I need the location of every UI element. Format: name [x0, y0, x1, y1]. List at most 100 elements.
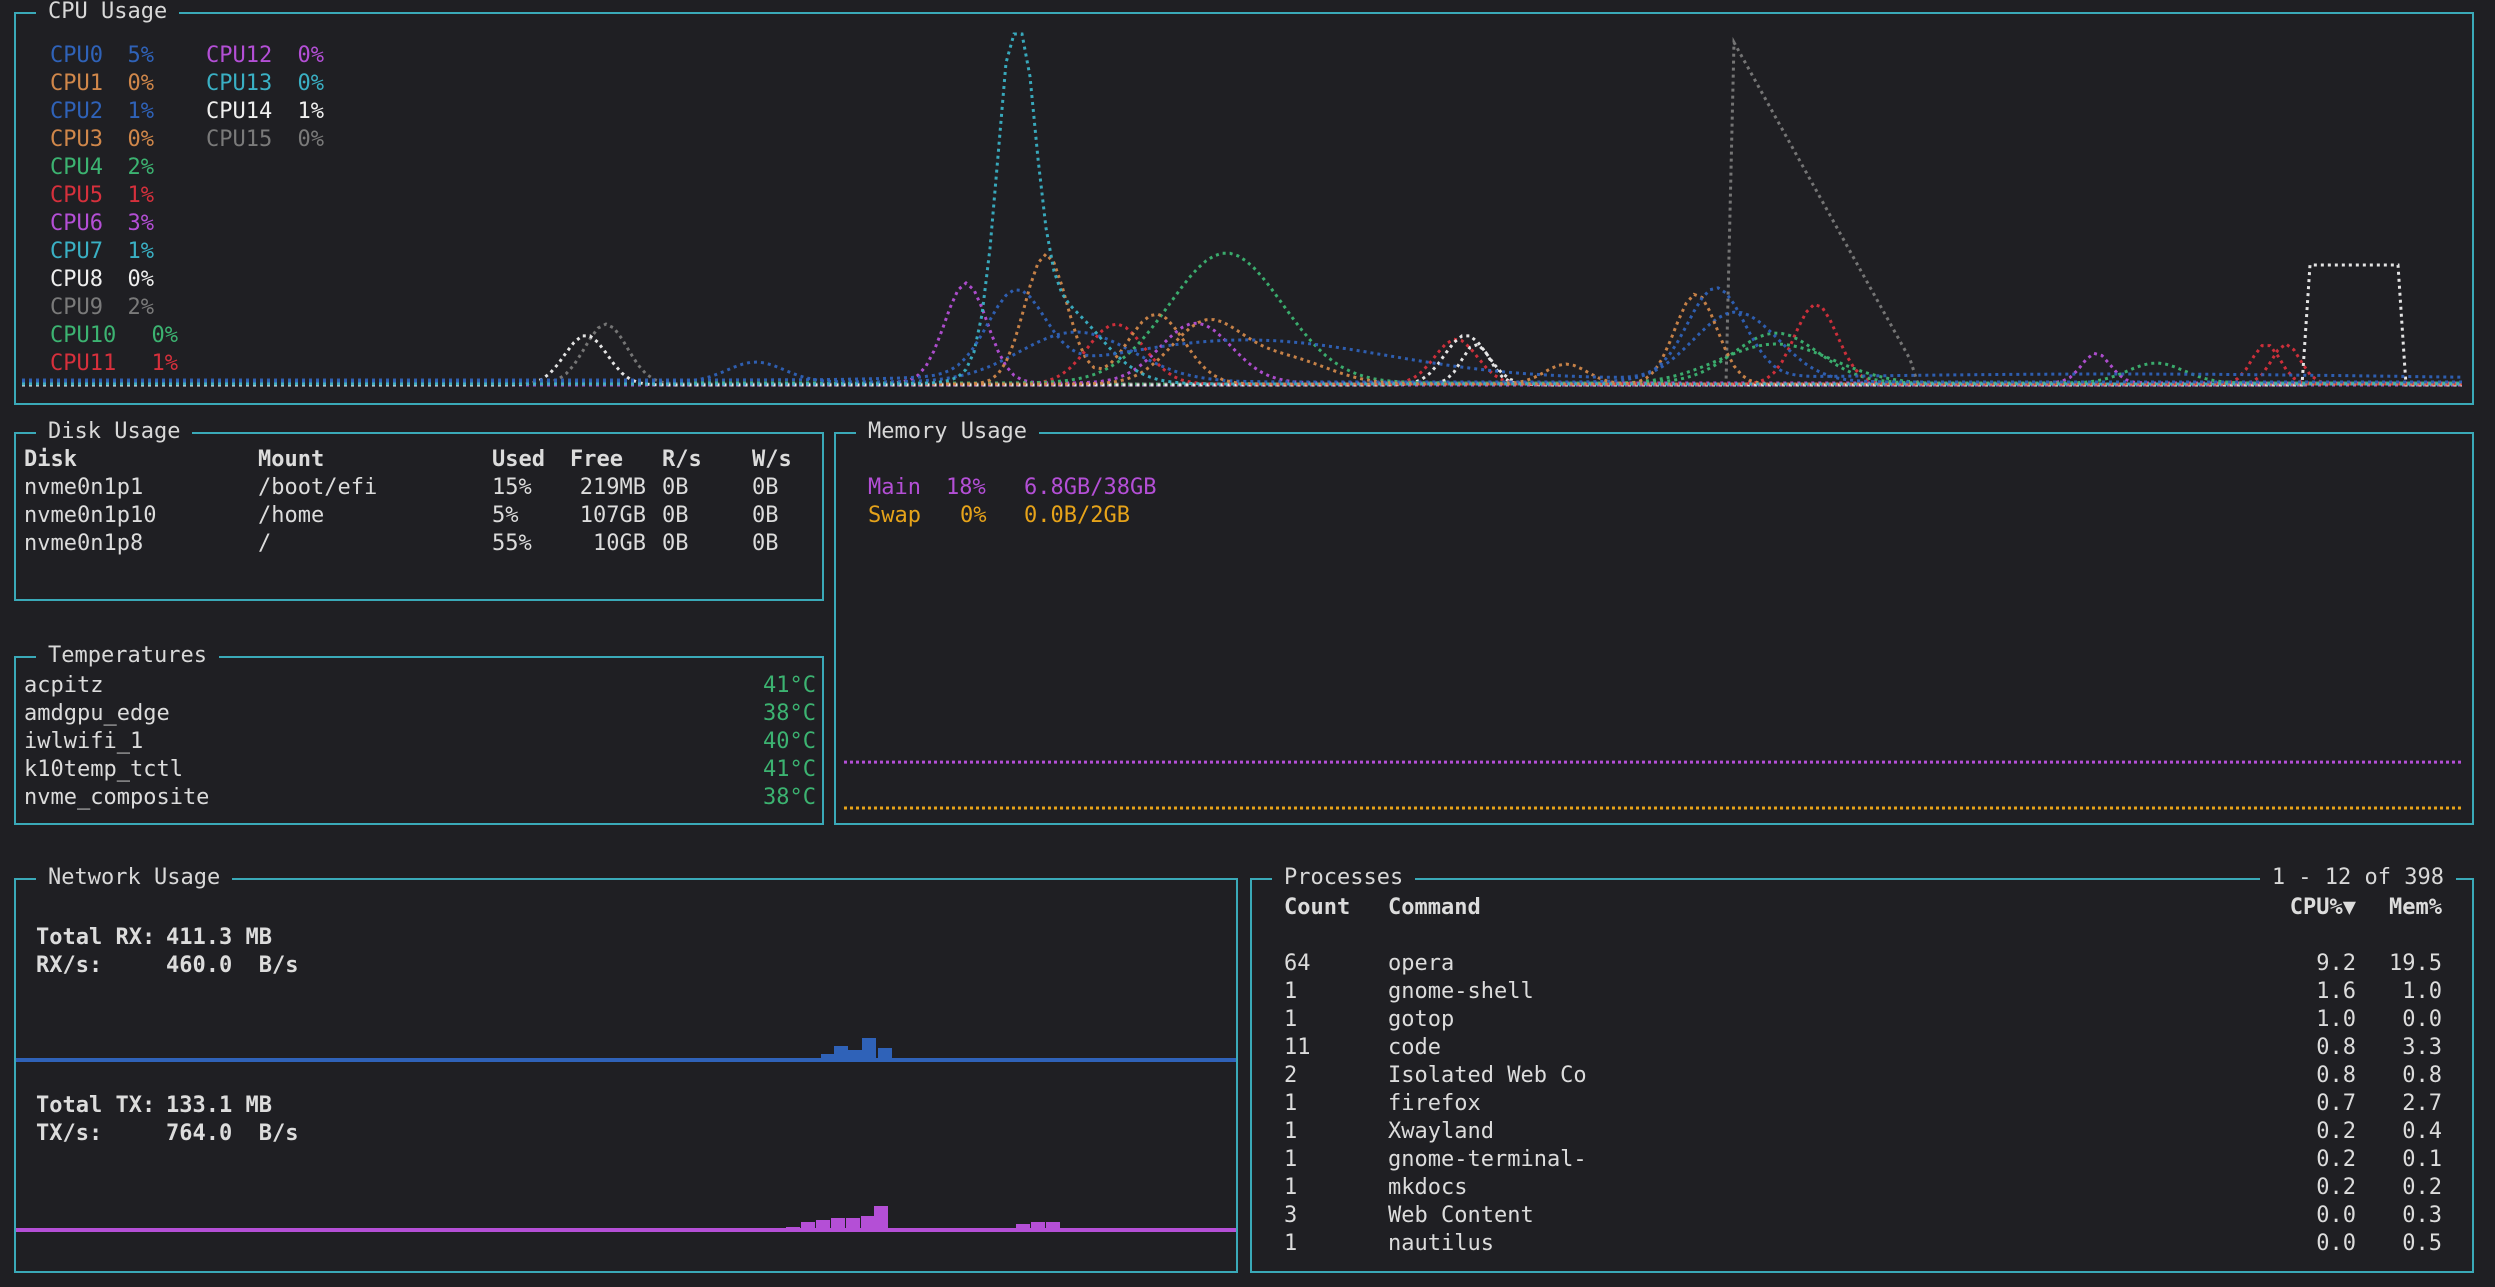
- process-mem: 1.0: [2402, 979, 2442, 1004]
- cpu-core-label: CPU11: [50, 351, 117, 376]
- process-command: gnome-terminal-: [1388, 1147, 1587, 1172]
- process-cpu: 0.7: [2316, 1091, 2356, 1116]
- disk-row-rs: 0B: [662, 475, 689, 500]
- process-row[interactable]: 1 gnome-shell 1.6 1.0: [1252, 978, 2472, 1006]
- disk-row-ws: 0B: [752, 503, 779, 528]
- cpu-core-percent: 2%: [127, 155, 155, 180]
- process-count: 1: [1284, 1147, 1298, 1172]
- process-command: Web Content: [1388, 1203, 1534, 1228]
- disk-row-used: 15%: [492, 475, 532, 500]
- process-count: 1: [1284, 1231, 1298, 1256]
- temperatures-panel: Temperatures acpitz 41°C amdgpu_edge 38°…: [14, 642, 824, 825]
- cpu-core-percent: 1%: [151, 351, 179, 376]
- cpu-series-line: [22, 310, 2462, 384]
- cpu-series-line: [22, 286, 2463, 382]
- cpu-core-percent: 0%: [297, 71, 325, 96]
- process-mem: 0.0: [2402, 1007, 2442, 1032]
- temp-sensor-name: iwlwifi_1: [24, 729, 144, 754]
- cpu-series-line: [22, 36, 2462, 386]
- cpu-usage-graph: [22, 32, 2463, 387]
- process-mem: 0.3: [2402, 1203, 2442, 1228]
- tx-bar: [1031, 1222, 1045, 1230]
- disk-row-rs: 0B: [662, 531, 689, 556]
- rx-bar: [848, 1050, 862, 1060]
- memory-usage-panel: Memory Usage Main 18% 6.8GB/38GB Swap 0%…: [834, 418, 2474, 825]
- process-mem: 0.1: [2402, 1147, 2442, 1172]
- process-command: gotop: [1388, 1007, 1455, 1032]
- disk-header-free: Free: [570, 447, 623, 472]
- disk-header-rs: R/s: [662, 447, 702, 472]
- cpu-series-line: [22, 32, 2462, 386]
- disk-row-ws: 0B: [752, 531, 779, 556]
- cpu-series-line: [22, 337, 2462, 386]
- process-cpu: 0.8: [2316, 1035, 2356, 1060]
- cpu-series-line: [22, 281, 2462, 385]
- process-cpu: 1.0: [2316, 1007, 2356, 1032]
- process-header-cpu[interactable]: CPU%▼: [2290, 894, 2356, 922]
- disk-header-disk: Disk: [24, 447, 77, 472]
- process-range-indicator: 1 - 12 of 398: [2259, 864, 2456, 892]
- temp-sensor-name: amdgpu_edge: [24, 701, 170, 726]
- process-count: 1: [1284, 1091, 1298, 1116]
- process-row[interactable]: 1 firefox 0.7 2.7: [1252, 1090, 2472, 1118]
- process-cpu: 1.6: [2316, 979, 2356, 1004]
- process-cpu: 9.2: [2316, 951, 2356, 976]
- tx-bar: [801, 1222, 815, 1230]
- process-row[interactable]: 64 opera 9.2 19.5: [1252, 950, 2472, 978]
- process-command: firefox: [1388, 1091, 1481, 1116]
- process-row[interactable]: 3 Web Content 0.0 0.3: [1252, 1202, 2472, 1230]
- tx-bar: [861, 1216, 875, 1230]
- process-count: 1: [1284, 979, 1298, 1004]
- processes-panel[interactable]: Processes 1 - 12 of 398 Count Command CP…: [1250, 864, 2474, 1273]
- disk-usage-panel: Disk Usage Disk Mount Used Free R/s W/s …: [14, 418, 824, 601]
- process-count: 1: [1284, 1007, 1298, 1032]
- process-row[interactable]: 1 Xwayland 0.2 0.4: [1252, 1118, 2472, 1146]
- process-count: 1: [1284, 1119, 1298, 1144]
- process-row[interactable]: 2 Isolated Web Co 0.8 0.8: [1252, 1062, 2472, 1090]
- cpu-series-line: [22, 263, 2462, 387]
- cpu-series-line: [22, 342, 2462, 386]
- cpu-core-percent: 0%: [127, 127, 155, 152]
- cpu-series-line: [22, 302, 2462, 386]
- process-row[interactable]: 1 nautilus 0.0 0.5: [1252, 1230, 2472, 1258]
- cpu-core-percent: 0%: [297, 43, 325, 68]
- temp-sensor-value: 41°C: [763, 757, 816, 782]
- process-cpu: 0.8: [2316, 1063, 2356, 1088]
- process-row[interactable]: 1 gnome-terminal- 0.2 0.1: [1252, 1146, 2472, 1174]
- process-command: code: [1388, 1035, 1441, 1060]
- cpu-core-percent: 0%: [151, 323, 179, 348]
- process-header-command[interactable]: Command: [1388, 894, 1481, 922]
- process-header-count[interactable]: Count: [1284, 894, 1350, 922]
- disk-row-mount: /boot/efi: [258, 475, 378, 500]
- process-count: 64: [1284, 951, 1311, 976]
- tx-bar: [1016, 1224, 1030, 1230]
- process-command: Isolated Web Co: [1388, 1063, 1587, 1088]
- disk-row-name: nvme0n1p10: [24, 503, 157, 528]
- process-cpu: 0.0: [2316, 1203, 2356, 1228]
- process-count: 3: [1284, 1203, 1298, 1228]
- rx-bar: [821, 1054, 835, 1060]
- process-row[interactable]: 1 mkdocs 0.2 0.2: [1252, 1174, 2472, 1202]
- cpu-series-line: [22, 251, 2462, 386]
- process-row[interactable]: 11 code 0.8 3.3: [1252, 1034, 2472, 1062]
- cpu-core-percent: 1%: [127, 183, 155, 208]
- process-mem: 0.8: [2402, 1063, 2442, 1088]
- process-header-mem[interactable]: Mem%: [2389, 894, 2442, 922]
- temperatures-title: Temperatures: [36, 642, 219, 670]
- process-mem: 0.4: [2402, 1119, 2442, 1144]
- process-command: gnome-shell: [1388, 979, 1534, 1004]
- process-cpu: 0.2: [2316, 1175, 2356, 1200]
- disk-row-used: 55%: [492, 531, 532, 556]
- processes-title: Processes: [1272, 864, 1416, 892]
- process-mem: 0.2: [2402, 1175, 2442, 1200]
- process-cpu: 0.2: [2316, 1119, 2356, 1144]
- process-mem: 2.7: [2402, 1091, 2442, 1116]
- temp-sensor-value: 38°C: [763, 785, 816, 810]
- rx-bar: [834, 1046, 848, 1060]
- tx-bar: [831, 1218, 845, 1230]
- cpu-core-percent: 0%: [127, 71, 155, 96]
- process-command: Xwayland: [1388, 1119, 1494, 1144]
- disk-header-ws: W/s: [752, 447, 792, 472]
- process-count: 2: [1284, 1063, 1298, 1088]
- process-row[interactable]: 1 gotop 1.0 0.0: [1252, 1006, 2472, 1034]
